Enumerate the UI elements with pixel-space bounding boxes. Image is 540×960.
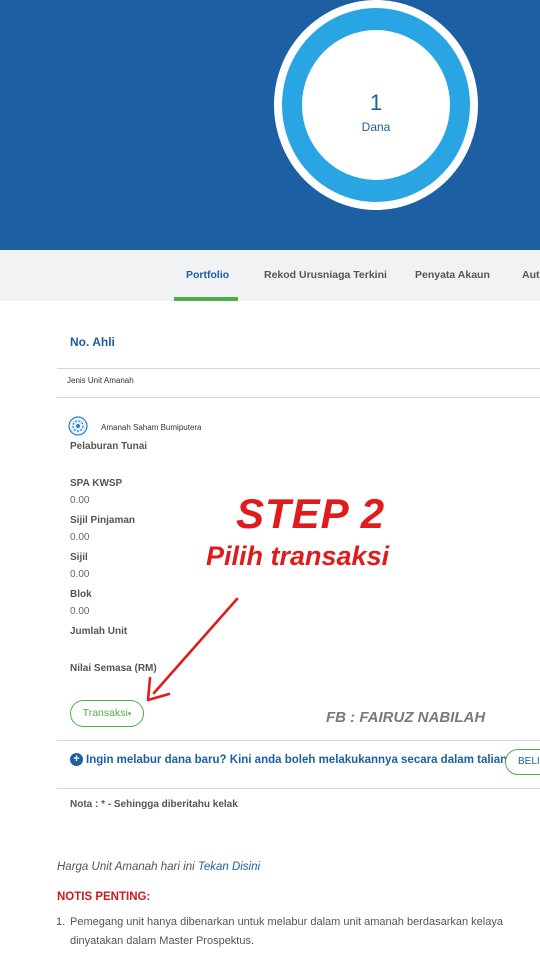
step-annotation: STEP 2 (236, 490, 386, 537)
field-value: 0.00 (70, 569, 90, 580)
invest-online-text: Ingin melabur dana baru? Kini anda boleh… (86, 754, 511, 766)
field-label: Sijil (70, 552, 88, 563)
field-value: 0.00 (70, 532, 90, 543)
divider (57, 740, 540, 741)
fund-name: Amanah Saham Bumiputera (101, 423, 202, 432)
tab-penyata-akaun[interactable]: Penyata Akaun (415, 250, 490, 301)
buy-button[interactable]: BELI (505, 749, 540, 775)
transaction-button[interactable]: Transaksi▾ (70, 700, 144, 727)
field-value: 0.00 (70, 606, 90, 617)
unit-price-text: Harga Unit Amanah hari ini Tekan Disini (57, 861, 261, 873)
tab-bar: Portfolio Rekod Urusniaga Terkini Penyat… (0, 250, 540, 301)
member-number-label: No. Ahli (70, 335, 115, 349)
tab-rekod-urusniaga[interactable]: Rekod Urusniaga Terkini (264, 250, 387, 301)
notice-item-text: Pemegang unit hanya dibenarkan untuk mel… (70, 916, 503, 928)
fund-logo-icon (68, 416, 88, 436)
notice-title: NOTIS PENTING: (57, 891, 151, 903)
notice-item-number: 1. (56, 916, 66, 928)
field-label: Blok (70, 589, 92, 600)
step-instruction: Pilih transaksi (206, 541, 390, 571)
notice-item-text: dinyatakan dalam Master Prospektus. (70, 935, 255, 947)
field-label: Jumlah Unit (70, 626, 128, 637)
divider (57, 397, 540, 398)
plus-circle-icon: + (70, 753, 83, 766)
chevron-down-icon: ▾ (127, 711, 132, 718)
transaction-button-label: Transaksi (82, 707, 128, 719)
fund-count: 1 (369, 90, 383, 115)
tab-portfolio[interactable]: Portfolio (186, 250, 229, 301)
fund-count-label: Dana (361, 120, 391, 134)
field-label: Sijil Pinjaman (70, 515, 136, 526)
divider (57, 788, 540, 789)
footnote: Nota : * - Sehingga diberitahu kelak (70, 799, 238, 810)
pointer-arrow-icon (146, 597, 239, 702)
active-tab-indicator (174, 297, 238, 301)
divider (57, 368, 540, 369)
unit-price-link[interactable]: Tekan Disini (198, 861, 260, 873)
fund-type-header: Jenis Unit Amanah (67, 376, 134, 385)
watermark-credit: FB : FAIRUZ NABILAH (326, 709, 486, 726)
portfolio-header: 1 Dana (0, 0, 540, 250)
field-label: SPA KWSP (70, 478, 123, 489)
field-value: 0.00 (70, 495, 90, 506)
tab-aut[interactable]: Aut (522, 250, 540, 301)
fund-count-ring: 1 Dana (274, 0, 478, 210)
field-label: Pelaburan Tunai (70, 441, 148, 452)
